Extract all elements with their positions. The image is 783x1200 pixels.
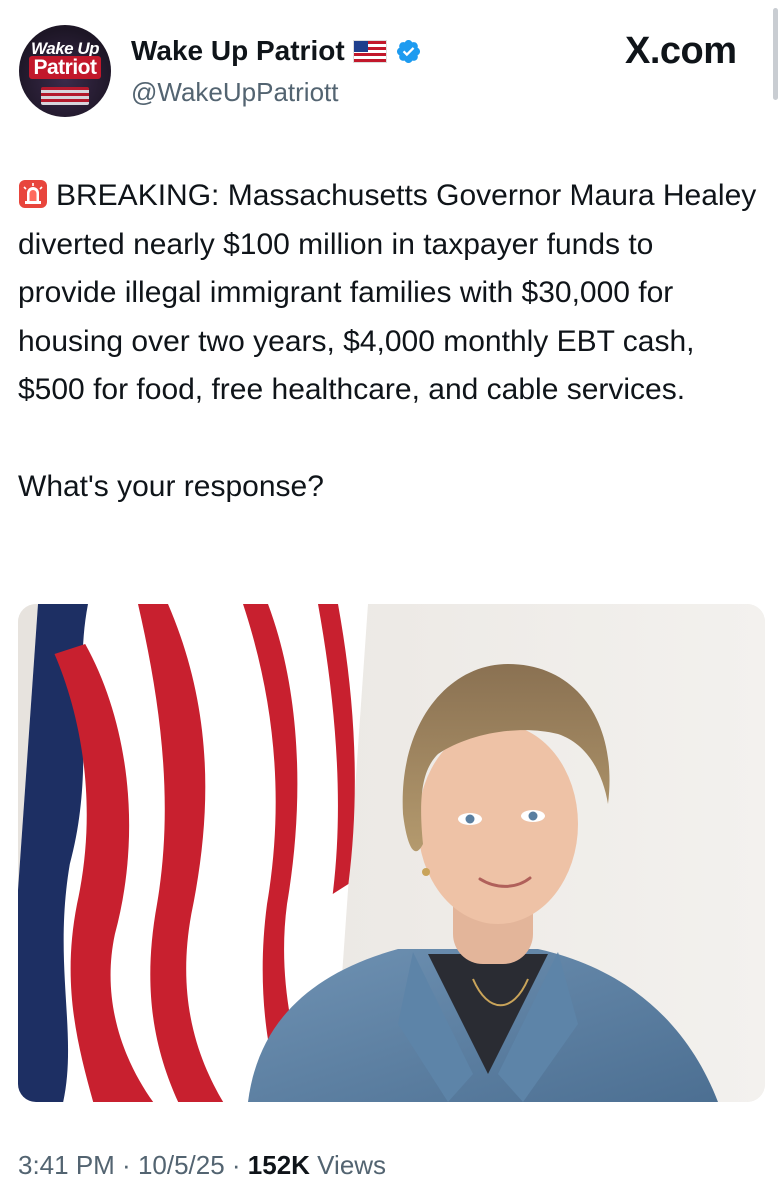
tweet-date[interactable]: 10/5/25 bbox=[138, 1150, 225, 1180]
views-label: Views bbox=[309, 1150, 387, 1180]
avatar-logo-line2: Patriot bbox=[19, 56, 111, 80]
tweet-photo[interactable] bbox=[18, 604, 765, 1102]
tweet-text: BREAKING: Massachusetts Governor Maura H… bbox=[18, 172, 758, 512]
avatar-stripes bbox=[41, 87, 89, 105]
verified-badge-icon bbox=[396, 39, 420, 63]
tweet-body: BREAKING: Massachusetts Governor Maura H… bbox=[18, 179, 757, 503]
tweet-meta: 3:41 PM · 10/5/25 · 152K Views bbox=[18, 1150, 386, 1181]
us-flag-icon bbox=[352, 39, 387, 63]
meta-separator: · bbox=[114, 1150, 138, 1180]
xcom-watermark: X.com bbox=[625, 30, 737, 72]
meta-separator: · bbox=[224, 1150, 248, 1180]
display-name[interactable]: Wake Up Patriot bbox=[131, 35, 345, 67]
tweet-time[interactable]: 3:41 PM bbox=[18, 1150, 115, 1180]
avatar[interactable]: Wake Up Patriot bbox=[19, 25, 111, 117]
author-name-row: Wake Up Patriot bbox=[131, 35, 422, 67]
photo-illustration bbox=[18, 604, 765, 1102]
handle[interactable]: @WakeUpPatriott bbox=[131, 77, 339, 108]
scrollbar[interactable] bbox=[773, 8, 778, 100]
views-count: 152K bbox=[247, 1150, 310, 1180]
police-siren-icon bbox=[19, 180, 47, 208]
